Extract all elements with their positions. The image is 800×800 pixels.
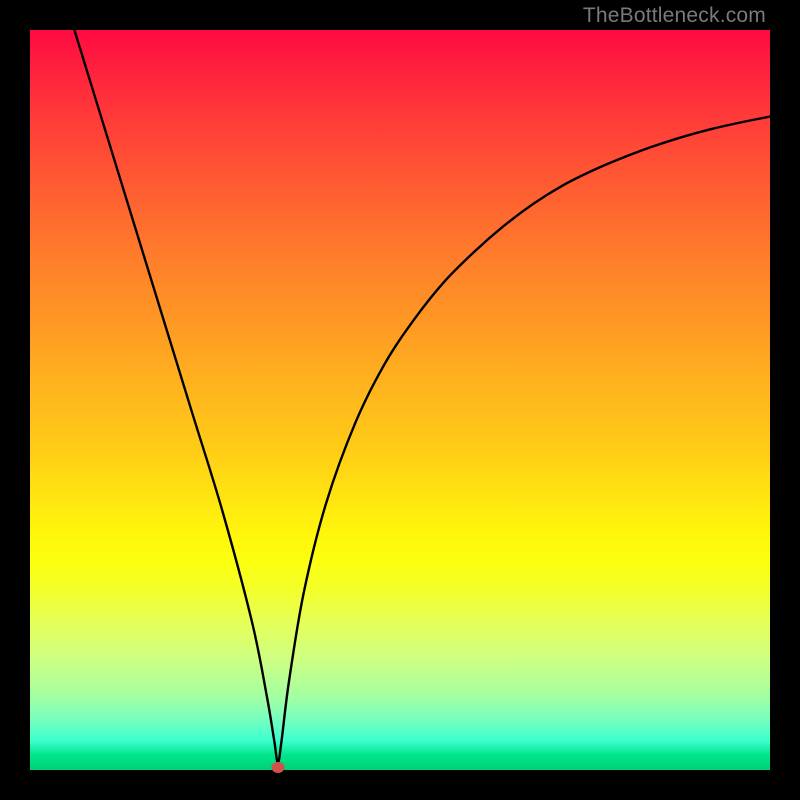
watermark-text: TheBottleneck.com bbox=[583, 4, 766, 28]
bottleneck-curve bbox=[30, 30, 770, 770]
plot-area bbox=[30, 30, 770, 770]
optimal-point-marker bbox=[271, 762, 284, 773]
chart-frame: TheBottleneck.com bbox=[0, 0, 800, 800]
